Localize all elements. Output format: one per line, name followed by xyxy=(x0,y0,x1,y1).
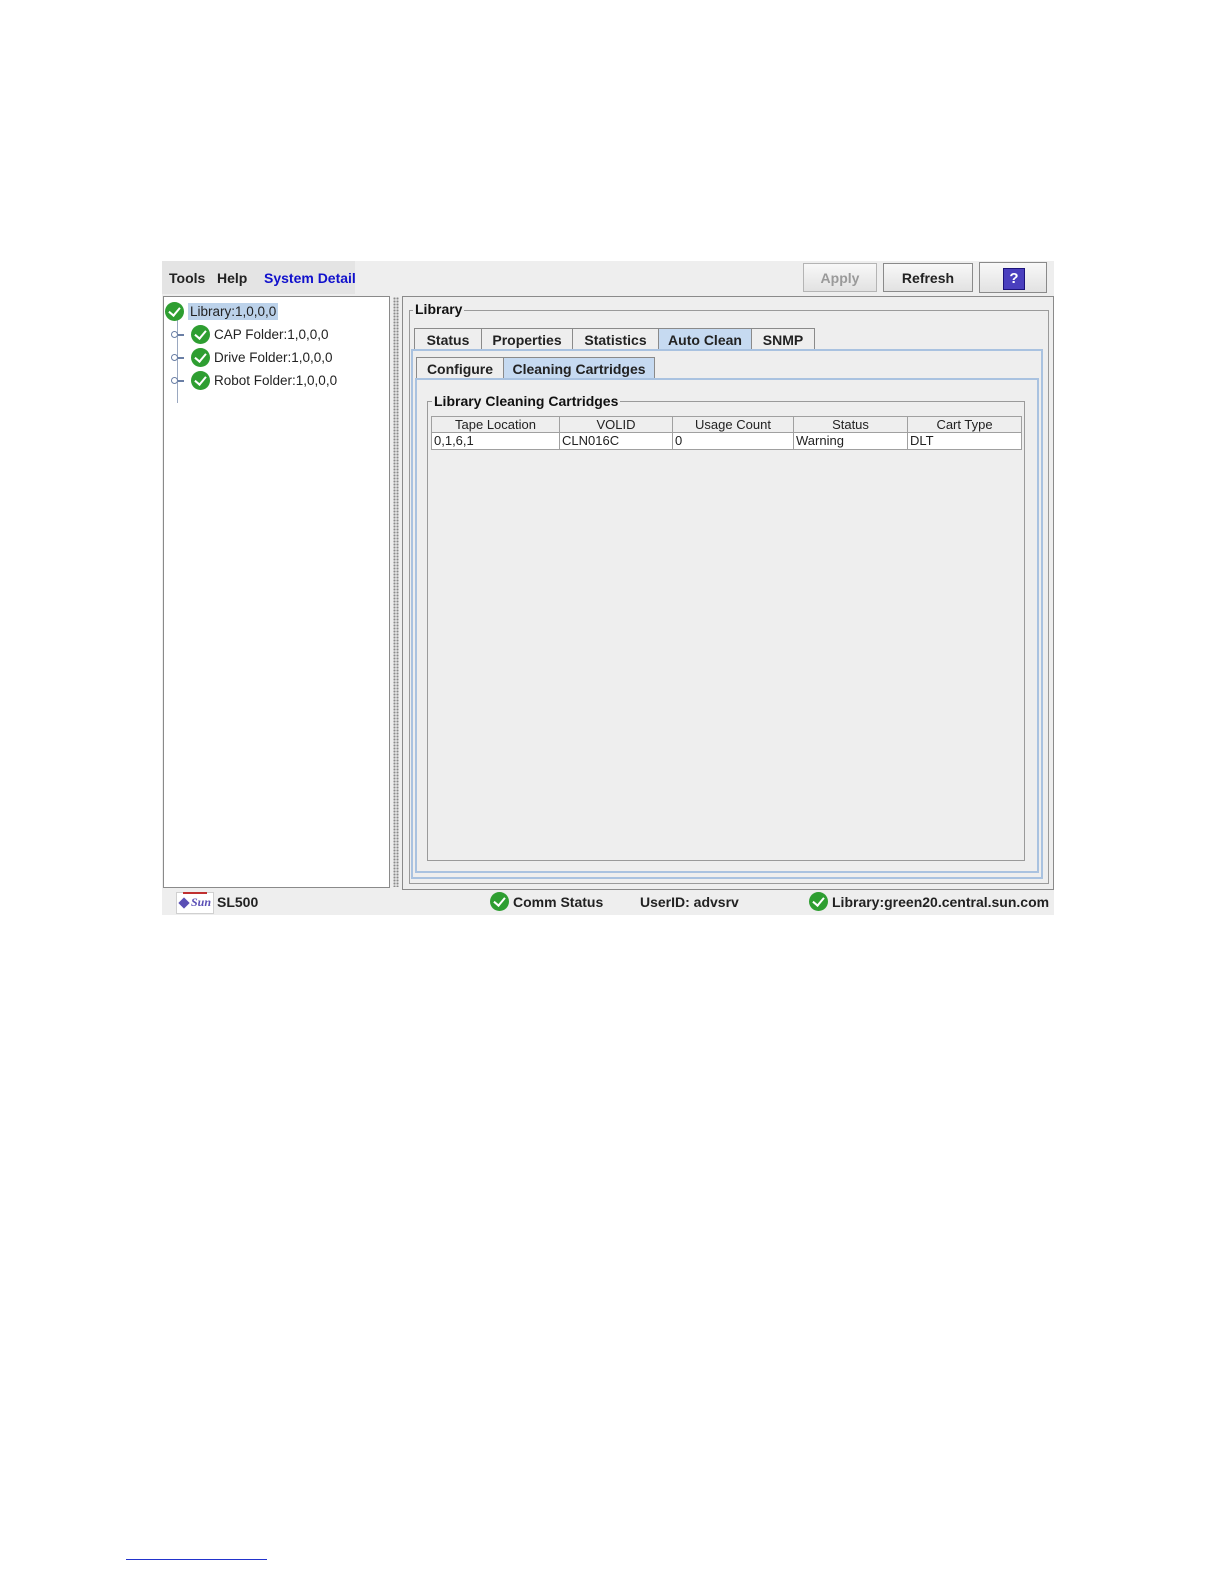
logo-text: Sun xyxy=(191,895,212,909)
subtab-configure[interactable]: Configure xyxy=(416,357,504,380)
footnote-rule xyxy=(126,1559,267,1560)
section-title: Library Cleaning Cartridges xyxy=(432,393,621,409)
user-id: UserID: advsrv xyxy=(640,894,739,910)
library-host-label: Library:green20.central.sun.com xyxy=(832,893,1050,910)
column-header-volid[interactable]: VOLID xyxy=(560,416,673,433)
library-host: Library:green20.central.sun.com xyxy=(809,892,1049,911)
status-ok-icon xyxy=(191,347,210,367)
detail-panel: Library Status Properties Statistics Aut… xyxy=(402,296,1054,890)
application-window: Tools Help System Detail Apply Refresh ?… xyxy=(162,261,1054,915)
tab-auto-clean[interactable]: Auto Clean xyxy=(658,328,752,351)
comm-status-label: Comm Status xyxy=(513,893,604,910)
status-ok-icon xyxy=(490,892,509,911)
tree-node-library[interactable]: Library:1,0,0,0 xyxy=(165,301,279,321)
help-button[interactable]: ? xyxy=(979,262,1047,293)
apply-button[interactable]: Apply xyxy=(803,263,877,292)
tree-node-label: Robot Folder:1,0,0,0 xyxy=(214,372,338,388)
column-header-cart-type[interactable]: Cart Type xyxy=(908,416,1022,433)
table-row[interactable]: 0,1,6,1 CLN016C 0 Warning DLT xyxy=(431,433,1022,450)
subtab-cleaning-cartridges[interactable]: Cleaning Cartridges xyxy=(503,357,655,380)
sun-logo-icon: Sun xyxy=(176,892,214,914)
expand-handle-icon[interactable] xyxy=(171,374,184,386)
product-name: SL500 xyxy=(217,894,259,910)
menu-tools[interactable]: Tools xyxy=(169,270,205,286)
cell-usage-count: 0 xyxy=(673,433,794,450)
tree-node-label: CAP Folder:1,0,0,0 xyxy=(214,326,329,342)
column-header-tape-location[interactable]: Tape Location xyxy=(431,416,560,433)
cell-tape-location: 0,1,6,1 xyxy=(431,433,560,450)
expand-handle-icon[interactable] xyxy=(171,328,184,340)
comm-status: Comm Status xyxy=(490,892,603,911)
cleaning-cartridges-table: Tape Location VOLID Usage Count Status C… xyxy=(431,416,1022,450)
cell-volid: CLN016C xyxy=(560,433,673,450)
menu-bar: Tools Help System Detail Apply Refresh ? xyxy=(162,261,1054,295)
expand-handle-icon[interactable] xyxy=(171,351,184,363)
status-ok-icon xyxy=(165,301,184,321)
tree-node-robot-folder[interactable]: Robot Folder:1,0,0,0 xyxy=(171,370,337,390)
status-ok-icon xyxy=(191,370,210,390)
tree-node-label: Drive Folder:1,0,0,0 xyxy=(214,349,333,365)
column-header-status[interactable]: Status xyxy=(794,416,908,433)
help-icon: ? xyxy=(1003,268,1025,290)
tab-status[interactable]: Status xyxy=(414,328,482,351)
tree-node-label: Library:1,0,0,0 xyxy=(188,302,279,320)
library-group-title: Library xyxy=(413,301,465,317)
tab-snmp[interactable]: SNMP xyxy=(751,328,815,351)
tab-statistics[interactable]: Statistics xyxy=(572,328,659,351)
menu-system-detail[interactable]: System Detail xyxy=(264,270,356,286)
tree-node-cap-folder[interactable]: CAP Folder:1,0,0,0 xyxy=(171,324,329,344)
tree-node-drive-folder[interactable]: Drive Folder:1,0,0,0 xyxy=(171,347,333,367)
device-tree: Library:1,0,0,0 CAP Folder:1,0,0,0 Drive… xyxy=(163,296,390,888)
menu-help[interactable]: Help xyxy=(217,270,247,286)
cell-cart-type: DLT xyxy=(908,433,1022,450)
refresh-button[interactable]: Refresh xyxy=(883,263,973,292)
status-ok-icon xyxy=(809,892,828,911)
cleaning-cartridges-frame xyxy=(427,401,1025,861)
table-header-row: Tape Location VOLID Usage Count Status C… xyxy=(431,416,1022,433)
panel-splitter[interactable] xyxy=(393,297,399,887)
tab-properties[interactable]: Properties xyxy=(481,328,573,351)
column-header-usage-count[interactable]: Usage Count xyxy=(673,416,794,433)
status-bar: Sun SL500 Comm Status UserID: advsrv Lib… xyxy=(162,890,1054,915)
status-ok-icon xyxy=(191,324,210,344)
cell-status: Warning xyxy=(794,433,908,450)
